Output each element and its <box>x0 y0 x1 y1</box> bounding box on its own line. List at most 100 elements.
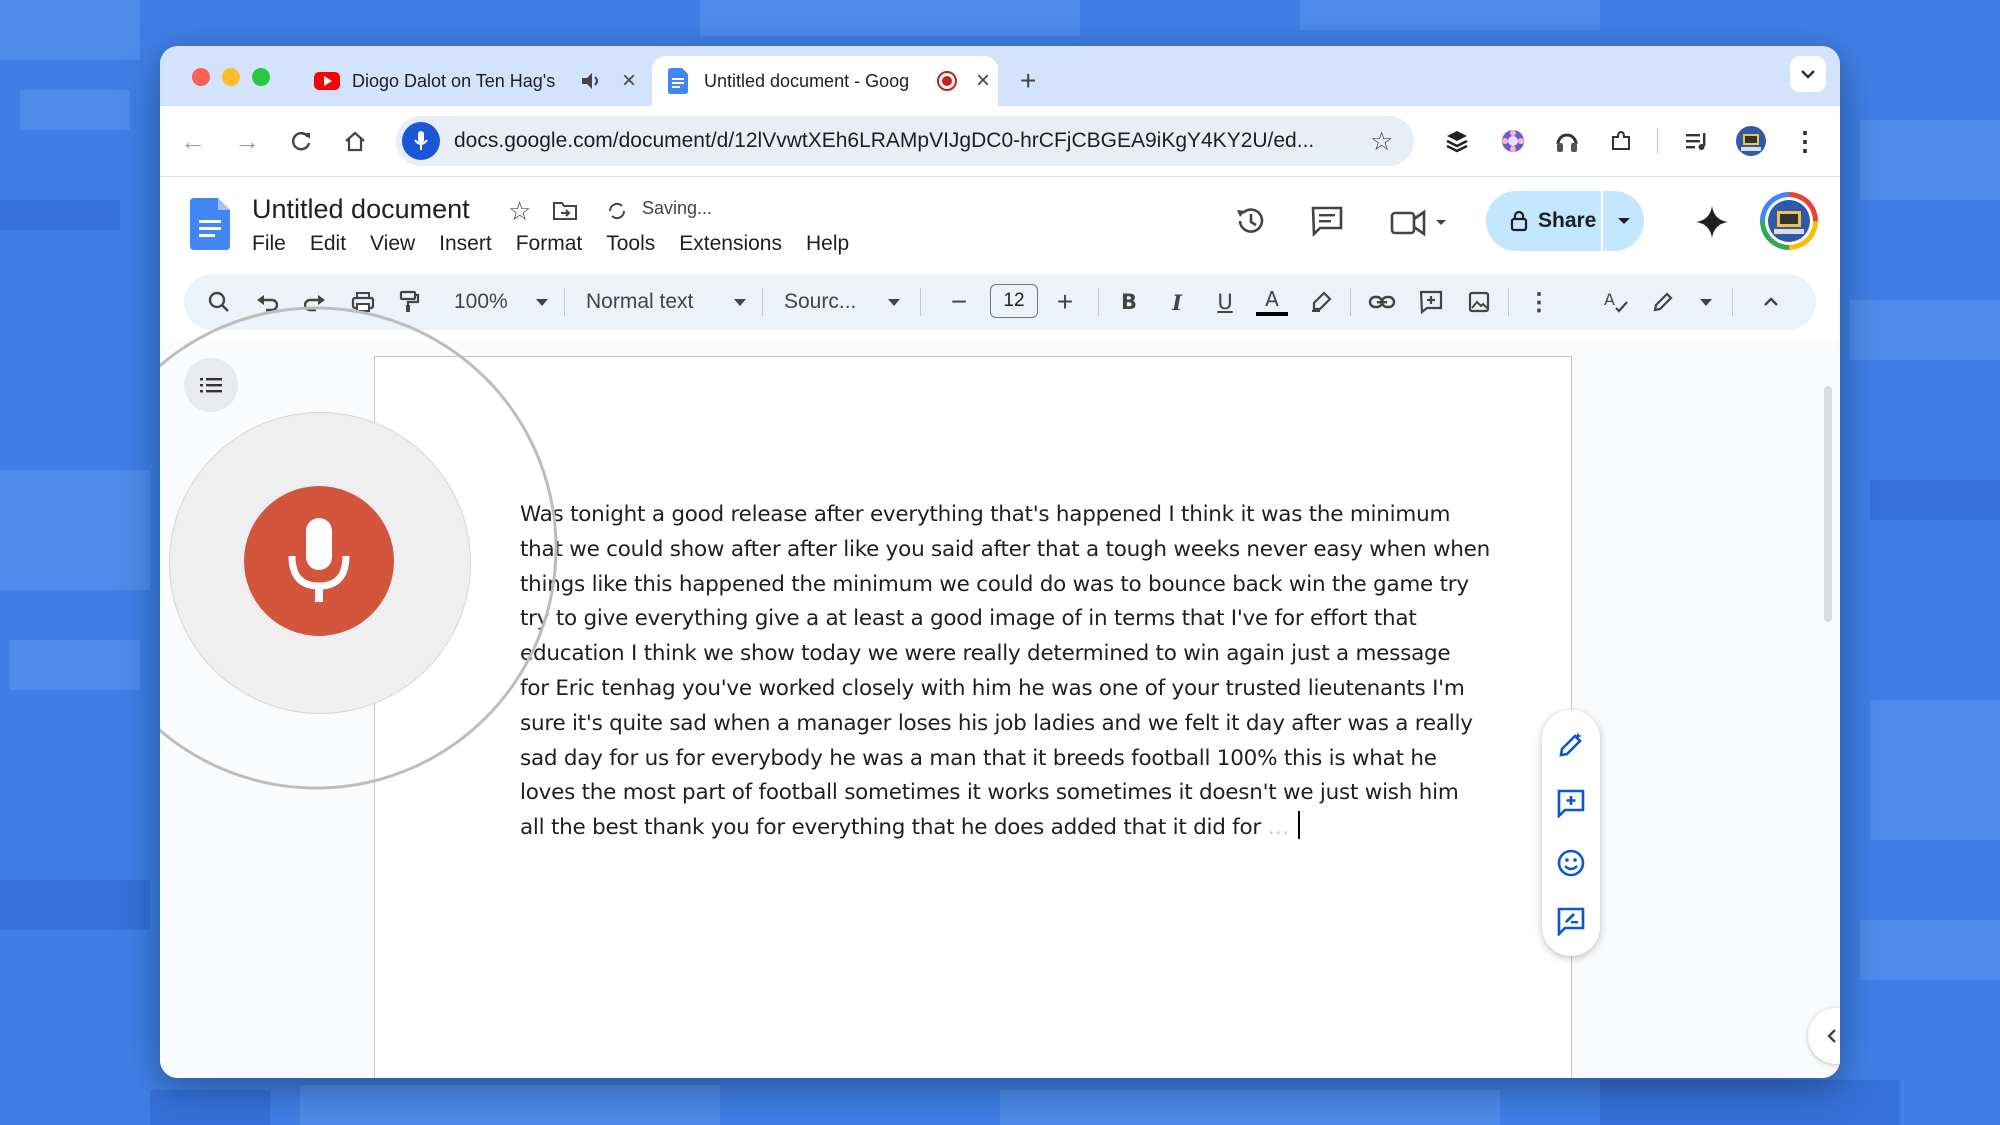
docs-tab-icon <box>668 68 688 94</box>
close-tab-icon[interactable]: × <box>976 67 990 95</box>
style-select[interactable]: Normal text <box>586 282 746 322</box>
more-tools-icon[interactable]: ⋮ <box>1522 282 1556 322</box>
minimize-window-button[interactable] <box>222 68 240 86</box>
body-line: education I think we show today we were … <box>520 641 1451 667</box>
chevron-down-icon <box>1801 70 1815 79</box>
font-size-input[interactable]: 12 <box>990 284 1038 318</box>
toolbar-divider <box>1508 288 1509 316</box>
menu-file[interactable]: File <box>252 232 298 256</box>
close-window-button[interactable] <box>192 68 210 86</box>
toolbar-divider <box>1732 288 1733 316</box>
toolbar-divider <box>920 288 921 316</box>
speaker-icon[interactable] <box>580 71 602 91</box>
last-line: all the best thank you for everything th… <box>520 811 1440 846</box>
buffer-extension-icon[interactable] <box>1440 124 1474 158</box>
account-avatar[interactable] <box>1760 192 1818 250</box>
browser-menu-icon[interactable]: ⋮ <box>1788 124 1822 158</box>
tab-strip: Diogo Dalot on Ten Hag's × Untitled docu… <box>160 46 1840 106</box>
bold-button[interactable]: B <box>1112 282 1146 322</box>
extensions-puzzle-icon[interactable] <box>1604 124 1638 158</box>
emoji-reaction-icon[interactable] <box>1554 846 1588 880</box>
help-me-write-icon[interactable] <box>1554 728 1588 762</box>
text-cursor <box>1298 811 1301 840</box>
close-tab-icon[interactable]: × <box>622 67 636 95</box>
document-body[interactable]: Was tonight a good release after everyth… <box>520 498 1490 846</box>
add-comment-icon[interactable] <box>1414 282 1448 322</box>
document-title[interactable]: Untitled document <box>252 194 470 225</box>
move-folder-icon[interactable] <box>552 200 578 222</box>
tab-youtube[interactable]: Diogo Dalot on Ten Hag's × <box>310 56 650 106</box>
svg-text:A: A <box>1604 290 1615 309</box>
decrease-font-size-button[interactable]: − <box>944 282 974 322</box>
toolbar-divider <box>762 288 763 316</box>
spellcheck-icon[interactable]: A <box>1598 282 1634 322</box>
flower-extension-icon[interactable] <box>1496 124 1530 158</box>
maximize-window-button[interactable] <box>252 68 270 86</box>
microphone-icon <box>414 131 428 150</box>
docs-logo[interactable] <box>190 198 230 250</box>
body-line: try to give everything give a at least a… <box>520 606 1417 632</box>
share-dropdown[interactable] <box>1601 191 1644 251</box>
caret-down-icon <box>1700 298 1712 306</box>
menu-extensions[interactable]: Extensions <box>667 232 794 256</box>
share-main[interactable]: Share <box>1486 191 1601 251</box>
meet-icon[interactable] <box>1390 206 1450 240</box>
tab-title: Untitled document - Goog <box>704 70 910 91</box>
profile-avatar[interactable] <box>1734 124 1768 158</box>
hide-menus-button[interactable] <box>1754 282 1788 322</box>
font-select[interactable]: Sourc... <box>784 282 900 322</box>
style-value: Normal text <box>586 290 694 313</box>
home-button[interactable] <box>338 124 372 158</box>
sync-icon <box>608 202 626 220</box>
chevron-left-icon <box>1827 1029 1836 1043</box>
add-comment-side-icon[interactable] <box>1554 786 1588 820</box>
menu-format[interactable]: Format <box>504 232 595 256</box>
text-color-button[interactable]: A <box>1252 282 1292 322</box>
menu-tools[interactable]: Tools <box>594 232 667 256</box>
increase-font-size-button[interactable]: + <box>1050 282 1080 322</box>
body-line: all the best thank you for everything th… <box>520 815 1261 841</box>
menu-insert[interactable]: Insert <box>427 232 504 256</box>
suggest-edits-icon[interactable] <box>1554 904 1588 938</box>
insert-image-icon[interactable] <box>1462 282 1496 322</box>
menu-edit[interactable]: Edit <box>298 232 358 256</box>
menu-view[interactable]: View <box>358 232 427 256</box>
forward-button[interactable]: → <box>230 124 264 158</box>
caret-down-icon <box>734 298 746 306</box>
comments-icon[interactable] <box>1310 204 1344 238</box>
share-button[interactable]: Share <box>1486 191 1644 251</box>
highlight-icon[interactable] <box>1304 282 1338 322</box>
voice-typing-mic-button[interactable] <box>244 486 394 636</box>
bookmark-star-icon[interactable]: ☆ <box>1370 126 1393 157</box>
star-icon[interactable]: ☆ <box>508 196 531 227</box>
menu-help[interactable]: Help <box>794 232 861 256</box>
new-tab-button[interactable]: + <box>1020 56 1036 106</box>
tab-search-button[interactable] <box>1790 56 1826 92</box>
editing-mode-select[interactable] <box>1652 282 1712 322</box>
caret-down-icon <box>1617 218 1630 224</box>
tab-docs[interactable]: Untitled document - Goog × <box>652 56 998 106</box>
toolbar-divider <box>1657 128 1658 154</box>
font-value: Sourc... <box>784 290 857 313</box>
save-status: Saving... <box>642 198 713 218</box>
headphones-extension-icon[interactable] <box>1550 124 1584 158</box>
menu-bar: File Edit View Insert Format Tools Exten… <box>252 232 861 256</box>
lock-icon <box>1510 210 1528 232</box>
gemini-icon[interactable] <box>1694 204 1730 240</box>
back-button[interactable]: ← <box>176 124 210 158</box>
reload-button[interactable] <box>284 124 318 158</box>
address-bar[interactable]: docs.google.com/document/d/12lVvwtXEh6LR… <box>396 116 1414 166</box>
vertical-scrollbar[interactable] <box>1822 342 1834 632</box>
chevron-up-icon <box>1764 297 1778 306</box>
version-history-icon[interactable] <box>1234 204 1268 238</box>
url-text: docs.google.com/document/d/12lVvwtXEh6LR… <box>454 129 1315 152</box>
media-queue-icon[interactable] <box>1680 124 1714 158</box>
toolbar-divider <box>1098 288 1099 316</box>
browser-window: Diogo Dalot on Ten Hag's × Untitled docu… <box>160 46 1840 1078</box>
insert-link-icon[interactable] <box>1364 282 1400 322</box>
mic-active-chip[interactable] <box>402 122 440 160</box>
body-line: loves the most part of football sometime… <box>520 780 1459 806</box>
italic-button[interactable]: I <box>1160 282 1194 322</box>
toolbar-row: ← → docs.google.com/document/d/12lVvwtXE… <box>160 106 1840 177</box>
underline-button[interactable]: U <box>1208 282 1242 322</box>
